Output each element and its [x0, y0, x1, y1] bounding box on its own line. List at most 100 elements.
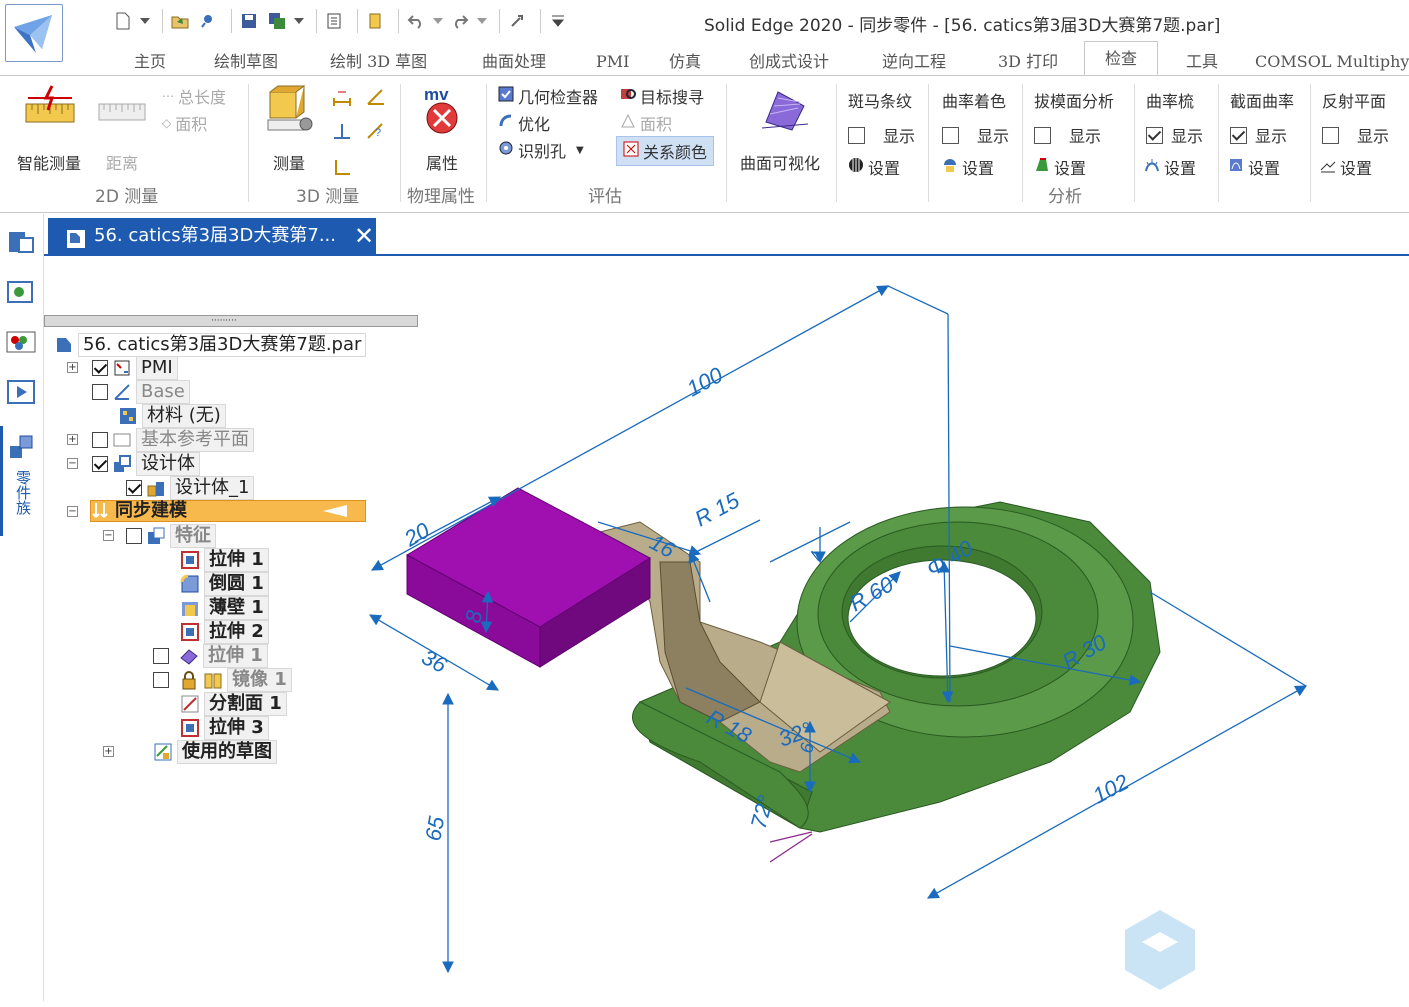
dropdown-arrow-icon[interactable] — [433, 10, 443, 32]
tab-simulation[interactable]: 仿真 — [669, 47, 701, 76]
appearance-icon[interactable] — [5, 326, 37, 358]
design-body-checkbox[interactable] — [92, 456, 108, 472]
dropdown-arrow-icon[interactable] — [294, 10, 304, 32]
tree-item-ref-planes[interactable]: 基本参考平面 — [92, 428, 254, 452]
tab-sketch[interactable]: 绘制草图 — [214, 47, 278, 76]
tab-comsol[interactable]: COMSOL Multiphysi — [1255, 47, 1409, 76]
tree-root[interactable]: 56. catics第3届3D大赛第7题.par — [54, 333, 367, 357]
reflection-plane-settings[interactable]: 设置 — [1320, 155, 1372, 179]
inquire-icon[interactable]: ? — [366, 122, 386, 144]
physical-properties-icon[interactable]: mv — [420, 84, 466, 144]
zebra-stripes-checkbox[interactable] — [848, 126, 865, 144]
animation-icon[interactable] — [5, 376, 37, 408]
part-family-tab[interactable]: 零件族 — [0, 426, 44, 536]
measure-3d-button[interactable]: 测量 — [273, 150, 305, 174]
new-file-icon[interactable] — [112, 10, 134, 32]
tree-item-sync-modeling[interactable]: 同步建模 — [90, 500, 366, 522]
tab-pmi[interactable]: PMI — [596, 47, 629, 76]
save-all-icon[interactable] — [266, 10, 288, 32]
close-tab-icon[interactable]: ✕ — [354, 218, 374, 254]
tab-reverse-engineering[interactable]: 逆向工程 — [882, 47, 946, 76]
curvature-comb-checkbox[interactable] — [1146, 126, 1163, 144]
customize-qat-icon[interactable] — [547, 10, 569, 32]
tree-item-extrude-1b[interactable]: 拉伸 1 — [153, 644, 268, 668]
tree-item-thinwall-1[interactable]: 薄壁 1 — [180, 596, 269, 620]
pmi-checkbox[interactable] — [92, 360, 108, 376]
tree-item-used-sketches[interactable]: 使用的草图 — [153, 740, 277, 764]
properties-icon[interactable] — [323, 10, 345, 32]
select-tool-icon[interactable] — [506, 10, 528, 32]
tree-item-extrude-3[interactable]: 拉伸 3 — [180, 716, 269, 740]
area-evaluate-button[interactable]: 面积 — [620, 111, 672, 135]
curvature-comb-show[interactable]: 显示 — [1146, 123, 1203, 147]
distance-ruler-icon[interactable] — [98, 96, 148, 130]
tab-home[interactable]: 主页 — [134, 47, 166, 76]
open-file-icon[interactable] — [169, 10, 191, 32]
collapse-sync-icon[interactable]: − — [67, 506, 78, 517]
identify-holes-button[interactable]: 识别孔 ▼ — [498, 138, 584, 162]
features-checkbox[interactable] — [126, 528, 142, 544]
distance-button[interactable]: 距离 — [106, 150, 138, 174]
surface-visualization-icon[interactable] — [760, 84, 810, 140]
section-curvature-show[interactable]: 显示 — [1230, 123, 1287, 147]
mirror-1-checkbox[interactable] — [153, 672, 169, 688]
expand-ref-planes-icon[interactable]: + — [67, 434, 78, 445]
panel-splitter[interactable]: ········· — [44, 315, 418, 327]
smart-measure-button[interactable]: 智能测量 — [17, 150, 81, 174]
measure-angle-icon[interactable] — [366, 88, 386, 110]
measure-3d-icon[interactable] — [266, 84, 316, 140]
curvature-shading-show[interactable]: 显示 — [942, 123, 1009, 147]
tab-3d-sketch[interactable]: 绘制 3D 草图 — [330, 47, 427, 76]
redo-icon[interactable] — [449, 10, 471, 32]
ref-planes-checkbox[interactable] — [92, 432, 108, 448]
paste-icon[interactable] — [364, 10, 386, 32]
curvature-shading-settings[interactable]: 设置 — [942, 155, 994, 179]
tree-item-base[interactable]: Base — [92, 380, 190, 404]
geometry-checker-button[interactable]: 几何检查器 — [498, 84, 598, 108]
section-curvature-checkbox[interactable] — [1230, 126, 1247, 144]
curvature-comb-settings[interactable]: 设置 — [1144, 155, 1196, 179]
tree-item-extrude-1[interactable]: 拉伸 1 — [180, 548, 269, 572]
tab-3d-print[interactable]: 3D 打印 — [998, 47, 1058, 76]
surface-visualization-button[interactable]: 曲面可视化 — [740, 150, 820, 174]
design-body-1-checkbox[interactable] — [126, 480, 142, 496]
tree-item-material[interactable]: 材料 (无) — [118, 404, 226, 428]
tree-item-split-face-1[interactable]: 分割面 1 — [180, 692, 287, 716]
tree-item-pmi[interactable]: PMI — [92, 356, 178, 380]
dropdown-arrow-icon[interactable] — [477, 10, 487, 32]
tab-inspect[interactable]: 检查 — [1084, 41, 1159, 76]
physical-properties-button[interactable]: 属性 — [426, 150, 458, 174]
tree-item-design-body[interactable]: 设计体 — [92, 452, 200, 476]
zebra-stripes-show[interactable]: 显示 — [848, 123, 915, 147]
measure-minimum-icon[interactable] — [332, 158, 352, 180]
smart-measure-icon[interactable] — [24, 84, 76, 138]
layers-icon[interactable] — [5, 276, 37, 308]
reflection-plane-show[interactable]: 显示 — [1322, 123, 1389, 147]
base-checkbox[interactable] — [92, 384, 108, 400]
reflection-plane-checkbox[interactable] — [1322, 126, 1339, 144]
chevron-down-icon[interactable]: ▼ — [576, 145, 584, 156]
section-curvature-settings[interactable]: 设置 — [1228, 155, 1280, 179]
tab-surfacing[interactable]: 曲面处理 — [482, 47, 546, 76]
draft-analysis-checkbox[interactable] — [1034, 126, 1051, 144]
tree-item-mirror-1[interactable]: 镜像 1 — [153, 668, 292, 692]
relation-color-button[interactable]: 关系颜色 — [616, 136, 715, 166]
document-tab[interactable]: 56. catics第3届3D大赛第7... ✕ — [48, 218, 376, 254]
curvature-shading-checkbox[interactable] — [942, 126, 959, 144]
tree-item-features[interactable]: 特征 — [126, 524, 216, 548]
tree-item-round-1[interactable]: 倒圆 1 — [180, 572, 269, 596]
tab-tools[interactable]: 工具 — [1186, 47, 1218, 76]
measure-normal-icon[interactable] — [332, 122, 352, 144]
target-search-button[interactable]: 目标搜寻 — [620, 84, 704, 108]
zebra-stripes-settings[interactable]: 设置 — [848, 155, 900, 179]
area-2d-button[interactable]: ◇ 面积 — [162, 111, 207, 135]
search-icon[interactable] — [197, 10, 219, 32]
expand-used-sketches-icon[interactable]: + — [103, 746, 114, 757]
collapse-features-icon[interactable]: − — [103, 530, 114, 541]
save-icon[interactable] — [238, 10, 260, 32]
extrude-1b-checkbox[interactable] — [153, 648, 169, 664]
collapse-design-body-icon[interactable]: − — [67, 458, 78, 469]
expand-pmi-icon[interactable]: + — [67, 362, 78, 373]
dropdown-arrow-icon[interactable] — [140, 10, 150, 32]
draft-analysis-show[interactable]: 显示 — [1034, 123, 1101, 147]
